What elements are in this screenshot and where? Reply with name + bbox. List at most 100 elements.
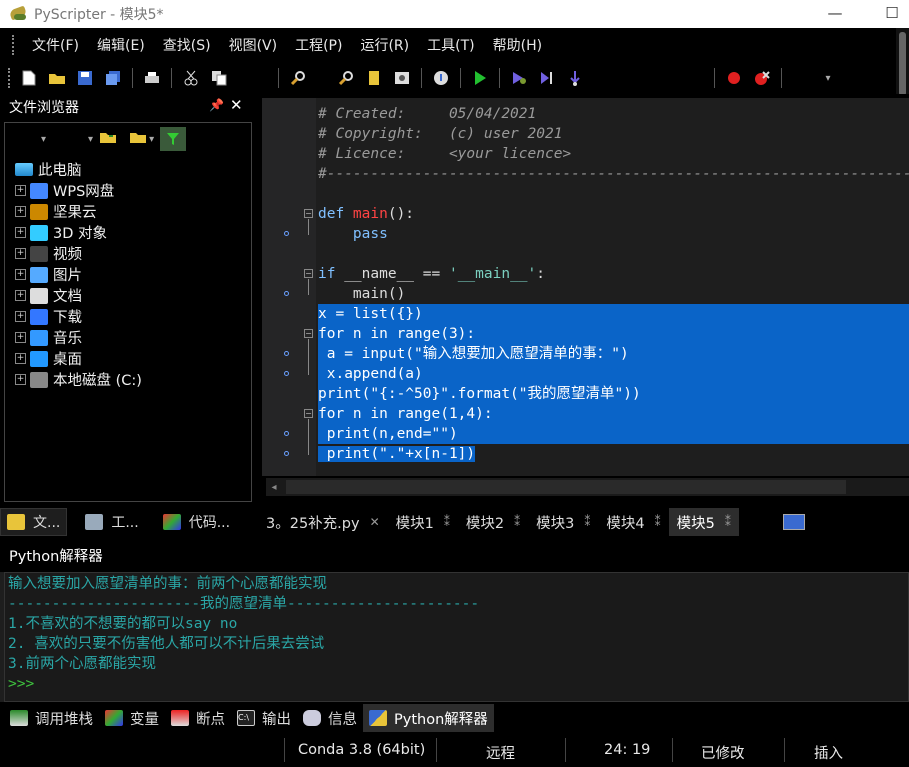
file-browser-title: 文件浏览器 — [9, 100, 79, 116]
status-engine-mode[interactable]: 远程 — [486, 742, 515, 763]
print-icon[interactable] — [141, 67, 163, 89]
tab-variables[interactable]: 变量 — [99, 704, 165, 732]
expand-icon[interactable]: + — [15, 332, 26, 343]
editor-tab[interactable]: 模块2 ⁑ — [458, 508, 528, 536]
menu-search[interactable]: 查找(S) — [154, 35, 220, 55]
scroll-left-arrow-icon[interactable]: ◂ — [266, 482, 282, 493]
save-icon[interactable] — [74, 67, 96, 89]
close-tab-icon[interactable]: ⁑ — [444, 515, 450, 529]
toolbar-overflow-chevron-icon[interactable]: ▾ — [817, 67, 839, 89]
tree-node[interactable]: + 视频 — [15, 243, 251, 264]
toolbar-scrollbar[interactable] — [896, 28, 909, 98]
tab-python-interpreter[interactable]: Python解释器 — [363, 704, 494, 732]
close-tab-icon[interactable]: ⁑ — [655, 515, 661, 529]
code-area[interactable]: # Created: 05/04/2021 # Copyright: (c) us… — [318, 104, 909, 464]
expand-icon[interactable]: + — [15, 248, 26, 259]
run-icon[interactable] — [469, 67, 491, 89]
toolbar-scrollbar-thumb[interactable] — [899, 32, 906, 96]
favorites-folder-icon[interactable] — [129, 130, 147, 148]
breakpoint-icon[interactable] — [723, 67, 745, 89]
menu-help[interactable]: 帮助(H) — [484, 35, 551, 55]
tab-call-stack[interactable]: 调用堆栈 — [4, 704, 99, 732]
chevron-down-icon[interactable]: ▾ — [41, 134, 46, 145]
find-in-files-icon[interactable] — [335, 67, 357, 89]
expand-icon[interactable]: + — [15, 206, 26, 217]
open-folder-icon[interactable] — [46, 67, 68, 89]
fold-toggle-icon[interactable]: − — [304, 209, 313, 218]
interpreter-console[interactable]: 输入想要加入愿望清单的事：前两个心愿都能实现 ------------------… — [4, 572, 909, 702]
tree-node[interactable]: + 下载 — [15, 306, 251, 327]
bookmark-icon[interactable] — [363, 67, 385, 89]
clear-breakpoints-icon[interactable] — [751, 67, 773, 89]
save-all-icon[interactable] — [102, 67, 124, 89]
expand-icon[interactable]: + — [15, 290, 26, 301]
expand-icon[interactable]: + — [15, 353, 26, 364]
find-icon[interactable] — [287, 67, 309, 89]
filter-icon[interactable] — [160, 127, 187, 151]
debug-icon[interactable] — [508, 67, 530, 89]
tab-breakpoints[interactable]: 断点 — [165, 704, 231, 732]
code-line: print("."+x[n-1]) — [318, 446, 476, 462]
menu-run[interactable]: 运行(R) — [351, 35, 418, 55]
main-toolbar: ▾ — [0, 62, 909, 94]
close-tab-icon[interactable]: ✕ — [370, 515, 380, 529]
expand-icon[interactable]: + — [15, 374, 26, 385]
toolbar-grip[interactable] — [8, 68, 11, 88]
editor-tab[interactable]: 模块5 ⁑ — [668, 508, 739, 536]
tree-node[interactable]: + 桌面 — [15, 348, 251, 369]
expand-icon[interactable]: + — [15, 311, 26, 322]
expand-icon[interactable]: + — [15, 185, 26, 196]
editor-tab[interactable]: 3。25补充.py ✕ — [258, 508, 388, 536]
fold-toggle-icon[interactable]: − — [304, 329, 313, 338]
code-editor[interactable]: − − − − # Created: 05/04/2021 # Copyright: (… — [262, 98, 909, 476]
tree-node[interactable]: + WPS网盘 — [15, 180, 251, 201]
menu-project[interactable]: 工程(P) — [286, 35, 351, 55]
close-tab-icon[interactable]: ⁑ — [584, 515, 590, 529]
chevron-down-icon[interactable]: ▾ — [88, 134, 93, 145]
horizontal-scroll-thumb[interactable] — [286, 480, 846, 494]
new-file-icon[interactable] — [18, 67, 40, 89]
tree-node[interactable]: +3D 对象 — [15, 222, 251, 243]
expand-icon[interactable]: + — [15, 269, 26, 280]
fold-toggle-icon[interactable]: − — [304, 409, 313, 418]
tab-project[interactable]: 工... — [79, 508, 144, 536]
step-into-icon[interactable] — [564, 67, 586, 89]
tab-code-explorer[interactable]: 代码... — [157, 508, 236, 536]
close-icon[interactable]: ✕ — [230, 96, 243, 114]
editor-tab[interactable]: 模块1 ⁑ — [388, 508, 458, 536]
tab-messages[interactable]: 信息 — [297, 704, 363, 732]
cut-icon[interactable] — [180, 67, 202, 89]
layout-menu-icon[interactable] — [782, 514, 805, 530]
status-python-env[interactable]: Conda 3.8 (64bit) — [298, 742, 425, 758]
close-tab-icon[interactable]: ⁑ — [725, 515, 731, 529]
tree-node[interactable]: + 文档 — [15, 285, 251, 306]
tree-node[interactable]: + 图片 — [15, 264, 251, 285]
close-tab-icon[interactable]: ⁑ — [514, 515, 520, 529]
menu-tools[interactable]: 工具(T) — [418, 35, 483, 55]
image-icon[interactable] — [391, 67, 413, 89]
copy-icon[interactable] — [208, 67, 230, 89]
open-folder-icon[interactable] — [99, 130, 117, 148]
menu-edit[interactable]: 编辑(E) — [88, 35, 154, 55]
step-icon[interactable] — [536, 67, 558, 89]
info-icon[interactable] — [430, 67, 452, 89]
fold-toggle-icon[interactable]: − — [304, 269, 313, 278]
editor-tab[interactable]: 模块4 ⁑ — [598, 508, 668, 536]
tree-node[interactable]: + 本地磁盘 (C:) — [15, 369, 251, 390]
tree-node[interactable]: + 音乐 — [15, 327, 251, 348]
horizontal-scrollbar[interactable]: ◂ — [266, 478, 909, 496]
expand-icon[interactable]: + — [15, 227, 26, 238]
tab-file-browser[interactable]: 文... — [0, 508, 68, 536]
tree-node[interactable]: + 坚果云 — [15, 201, 251, 222]
tree-node-this-pc[interactable]: 此电脑 — [15, 159, 251, 180]
menu-grip[interactable] — [12, 35, 15, 55]
maximize-button[interactable]: ☐ — [877, 2, 907, 24]
menu-view[interactable]: 视图(V) — [220, 35, 287, 55]
pin-icon[interactable]: 📌 — [209, 98, 224, 112]
minimize-button[interactable]: — — [820, 2, 850, 24]
editor-tab[interactable]: 模块3 ⁑ — [528, 508, 598, 536]
chevron-down-icon[interactable]: ▾ — [149, 134, 154, 145]
tab-output[interactable]: C:\ 输出 — [231, 704, 297, 732]
menu-file[interactable]: 文件(F) — [23, 35, 88, 55]
console-prompt[interactable]: >>> — [8, 673, 908, 693]
